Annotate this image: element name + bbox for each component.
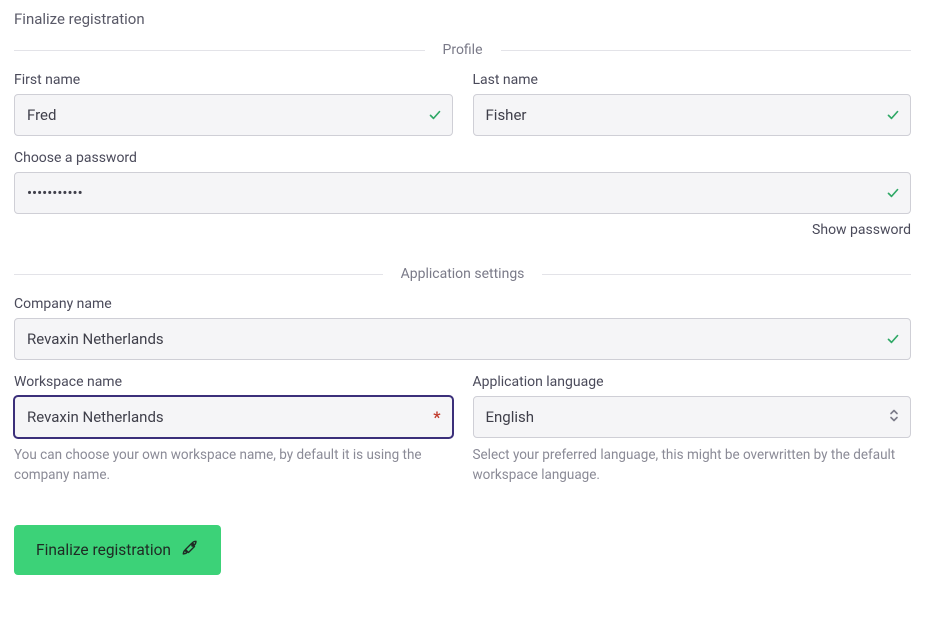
- section-label-app-settings: Application settings: [383, 266, 543, 282]
- company-name-input[interactable]: [14, 318, 911, 360]
- first-name-input[interactable]: [14, 94, 453, 136]
- password-label: Choose a password: [14, 150, 911, 166]
- last-name-input[interactable]: [473, 94, 912, 136]
- workspace-name-input[interactable]: [14, 396, 453, 438]
- page-title: Finalize registration: [14, 10, 911, 28]
- language-label: Application language: [473, 374, 912, 390]
- show-password-link[interactable]: Show password: [812, 222, 911, 238]
- company-name-label: Company name: [14, 296, 911, 312]
- section-divider-profile: Profile: [14, 42, 911, 58]
- last-name-label: Last name: [473, 72, 912, 88]
- section-divider-app-settings: Application settings: [14, 266, 911, 282]
- password-input[interactable]: [14, 172, 911, 214]
- workspace-name-hint: You can choose your own workspace name, …: [14, 446, 453, 485]
- rocket-icon: [181, 539, 199, 561]
- workspace-name-label: Workspace name: [14, 374, 453, 390]
- finalize-registration-button[interactable]: Finalize registration: [14, 525, 221, 575]
- language-select[interactable]: English: [473, 396, 912, 438]
- section-label-profile: Profile: [425, 42, 501, 58]
- finalize-registration-label: Finalize registration: [36, 541, 171, 559]
- language-hint: Select your preferred language, this mig…: [473, 446, 912, 485]
- first-name-label: First name: [14, 72, 453, 88]
